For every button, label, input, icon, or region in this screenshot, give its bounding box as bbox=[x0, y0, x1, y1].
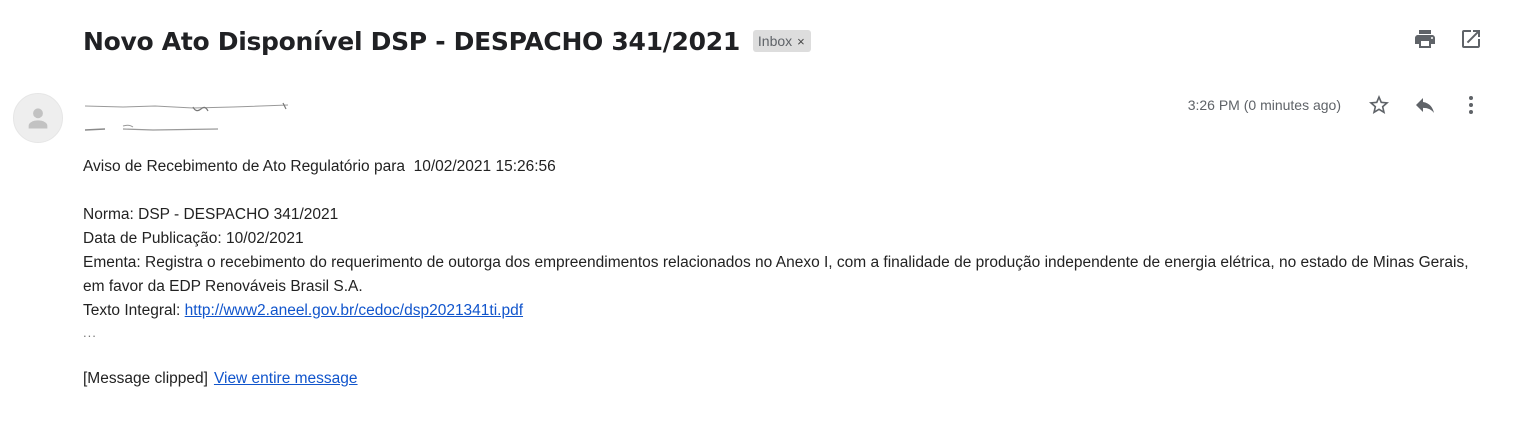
subject-row: Novo Ato Disponível DSP - DESPACHO 341/2… bbox=[83, 24, 811, 58]
thread-actions bbox=[1413, 27, 1483, 51]
redaction-scribble bbox=[84, 102, 289, 131]
inbox-label-chip: Inbox × bbox=[752, 30, 811, 52]
body-data-publicacao: Data de Publicação: 10/02/2021 bbox=[83, 230, 304, 247]
more-vertical-icon bbox=[1469, 96, 1473, 114]
message-body: Aviso de Recebimento de Ato Regulatório … bbox=[83, 155, 1488, 391]
show-trimmed-content-button[interactable]: ... bbox=[83, 323, 1488, 343]
print-icon bbox=[1415, 30, 1435, 48]
open-in-new-window-button[interactable] bbox=[1459, 27, 1483, 51]
default-avatar-icon bbox=[28, 108, 48, 129]
email-view: Novo Ato Disponível DSP - DESPACHO 341/2… bbox=[0, 0, 1527, 430]
open-in-new-window-icon bbox=[1462, 30, 1480, 48]
star-icon bbox=[1369, 95, 1389, 114]
texto-integral-label: Texto Integral: bbox=[83, 302, 185, 319]
texto-integral-link[interactable]: http://www2.aneel.gov.br/cedoc/dsp202134… bbox=[185, 302, 523, 319]
message-header-actions: 3:26 PM (0 minutes ago) bbox=[1188, 92, 1483, 118]
message-clipped-label: [Message clipped] bbox=[83, 370, 208, 387]
message-clipped-row: [Message clipped] View entire message bbox=[83, 367, 1488, 391]
reply-button[interactable] bbox=[1413, 93, 1437, 117]
message-timestamp[interactable]: 3:26 PM (0 minutes ago) bbox=[1188, 97, 1341, 113]
more-options-button[interactable] bbox=[1459, 93, 1483, 117]
print-all-button[interactable] bbox=[1413, 27, 1437, 51]
star-button[interactable] bbox=[1367, 93, 1391, 117]
view-entire-message-link[interactable]: View entire message bbox=[214, 370, 358, 387]
email-subject: Novo Ato Disponível DSP - DESPACHO 341/2… bbox=[83, 26, 740, 56]
body-norma: Norma: DSP - DESPACHO 341/2021 bbox=[83, 206, 339, 223]
sender-info-redacted bbox=[83, 99, 313, 139]
sender-avatar[interactable] bbox=[13, 93, 63, 143]
label-name: Inbox bbox=[757, 33, 793, 49]
body-ementa: Ementa: Registra o recebimento do requer… bbox=[83, 254, 1469, 295]
body-texto-integral: Texto Integral: http://www2.aneel.gov.br… bbox=[83, 299, 1488, 323]
reply-icon bbox=[1416, 98, 1434, 113]
body-intro: Aviso de Recebimento de Ato Regulatório … bbox=[83, 158, 556, 175]
remove-label-button[interactable]: × bbox=[797, 35, 805, 48]
